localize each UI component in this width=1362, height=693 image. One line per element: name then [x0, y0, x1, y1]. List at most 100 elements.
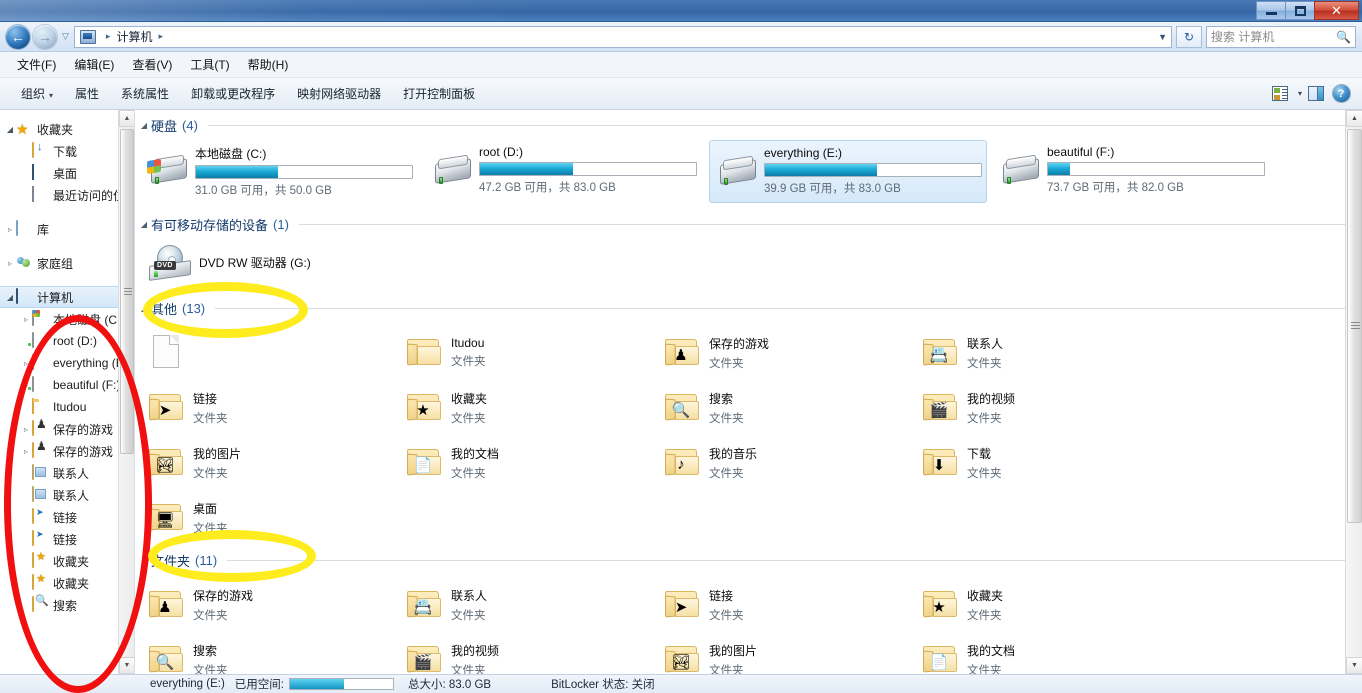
drive-item-0[interactable]: 本地磁盘 (C:) 31.0 GB 可用，共 50.0 GB	[141, 140, 419, 203]
refresh-button[interactable]: ↻	[1176, 25, 1202, 48]
preview-pane-button[interactable]	[1305, 83, 1327, 105]
file-tile-12[interactable]: 🖥 桌面 文件夹	[137, 490, 395, 545]
expander-icon[interactable]: ▹	[20, 447, 32, 456]
sidebar-item-11[interactable]: root (D:)	[0, 330, 134, 352]
views-dropdown-icon[interactable]: ▾	[1298, 89, 1302, 98]
file-tile-1[interactable]: 📇 联系人 文件夹	[395, 577, 653, 632]
sidebar-item-19[interactable]: 链接	[0, 506, 134, 528]
file-tile-4[interactable]: ➤ 链接 文件夹	[137, 380, 395, 435]
file-tile-11[interactable]: ⬇ 下载 文件夹	[911, 435, 1169, 490]
breadcrumb-separator-1[interactable]: ▸	[158, 31, 163, 42]
sidebar-item-0[interactable]: ◢ ★ 收藏夹	[0, 118, 134, 140]
toolbar-button-5[interactable]: 打开控制面板	[392, 81, 486, 106]
file-tile-7[interactable]: 🎬 我的视频 文件夹	[911, 380, 1169, 435]
file-tile-1[interactable]: Itudou 文件夹	[395, 325, 653, 380]
menu-item-0[interactable]: 文件(F)	[8, 53, 65, 76]
sidebar-scroll-up-button[interactable]: ▲	[119, 110, 134, 127]
main-scroll-thumb[interactable]	[1347, 129, 1362, 523]
menu-item-3[interactable]: 工具(T)	[181, 53, 238, 76]
menu-item-1[interactable]: 编辑(E)	[65, 53, 123, 76]
file-tile-2[interactable]: ♟ 保存的游戏 文件夹	[653, 325, 911, 380]
drive-info: beautiful (F:) 73.7 GB 可用，共 82.0 GB	[1047, 145, 1265, 195]
group-header-removable[interactable]: ◢ 有可移动存储的设备 (1)	[135, 213, 1362, 235]
expander-icon[interactable]: ◢	[4, 293, 16, 302]
search-input[interactable]: 搜索 计算机	[1211, 28, 1336, 45]
main-scroll-down-button[interactable]: ▼	[1346, 657, 1362, 674]
sidebar-item-21[interactable]: 收藏夹	[0, 550, 134, 572]
toolbar-button-3[interactable]: 卸载或更改程序	[180, 81, 286, 106]
file-tile-10[interactable]: ♪ 我的音乐 文件夹	[653, 435, 911, 490]
address-dropdown-icon[interactable]: ▼	[1158, 32, 1167, 42]
back-button[interactable]: ←	[6, 24, 30, 49]
main-scroll-up-button[interactable]: ▲	[1346, 110, 1362, 127]
file-tile-7[interactable]: 📄 我的文档 文件夹	[911, 632, 1169, 674]
sidebar-item-20[interactable]: 链接	[0, 528, 134, 550]
forward-button[interactable]: →	[33, 24, 57, 49]
change-view-button[interactable]	[1269, 83, 1291, 105]
menu-item-2[interactable]: 查看(V)	[123, 53, 181, 76]
sidebar-item-9[interactable]: ◢ 计算机	[0, 286, 134, 308]
group-collapse-icon[interactable]: ◢	[137, 556, 151, 565]
expander-icon[interactable]: ▹	[4, 259, 16, 268]
sidebar-scroll-thumb[interactable]	[120, 129, 134, 454]
group-collapse-icon[interactable]: ◢	[137, 121, 151, 130]
sidebar-item-18[interactable]: 联系人	[0, 484, 134, 506]
file-tile-0[interactable]	[137, 325, 395, 380]
sidebar-item-13[interactable]: ▹ beautiful (F:)	[0, 374, 134, 396]
address-bar[interactable]: ▸ 计算机 ▸ ▼	[73, 25, 1172, 48]
search-box[interactable]: 搜索 计算机 🔍	[1206, 25, 1356, 48]
removable-item-0[interactable]: DVD DVD RW 驱动器 (G:)	[141, 239, 319, 285]
file-tile-4[interactable]: 🔍 搜索 文件夹	[137, 632, 395, 674]
group-collapse-icon[interactable]: ◢	[137, 220, 151, 229]
close-button[interactable]: ✕	[1314, 1, 1359, 20]
file-tile-5[interactable]: ★ 收藏夹 文件夹	[395, 380, 653, 435]
sidebar-item-16[interactable]: ▹ 保存的游戏	[0, 440, 134, 462]
group-header-other[interactable]: ◢ 其他 (13)	[135, 297, 1362, 319]
sidebar-scroll-down-button[interactable]: ▼	[119, 657, 134, 674]
toolbar-button-0[interactable]: 组织 ▾	[10, 81, 64, 106]
drive-item-3[interactable]: beautiful (F:) 73.7 GB 可用，共 82.0 GB	[993, 140, 1271, 203]
sidebar-item-17[interactable]: 联系人	[0, 462, 134, 484]
main-scrollbar[interactable]: ▲ ▼	[1345, 110, 1362, 674]
sidebar-item-12[interactable]: ▹ everything (E:)	[0, 352, 134, 374]
file-tile-5[interactable]: 🎬 我的视频 文件夹	[395, 632, 653, 674]
group-header-hard-disks[interactable]: ◢ 硬盘 (4)	[135, 114, 1362, 136]
file-tile-3[interactable]: 📇 联系人 文件夹	[911, 325, 1169, 380]
breadcrumb-item-computer[interactable]: 计算机	[116, 28, 152, 45]
file-tile-2[interactable]: ➤ 链接 文件夹	[653, 577, 911, 632]
sidebar-item-10[interactable]: ▹ 本地磁盘 (C:)	[0, 308, 134, 330]
sidebar-item-15[interactable]: ▹ 保存的游戏	[0, 418, 134, 440]
toolbar-button-4[interactable]: 映射网络驱动器	[286, 81, 392, 106]
expander-icon[interactable]: ▹	[20, 425, 32, 434]
file-tile-9[interactable]: 📄 我的文档 文件夹	[395, 435, 653, 490]
drive-item-2[interactable]: everything (E:) 39.9 GB 可用，共 83.0 GB	[709, 140, 987, 203]
sidebar-scrollbar[interactable]: ▲ ▼	[118, 110, 134, 674]
breadcrumb-separator-0[interactable]: ▸	[106, 31, 111, 42]
file-tile-3[interactable]: ★ 收藏夹 文件夹	[911, 577, 1169, 632]
minimize-button[interactable]	[1256, 1, 1285, 20]
expander-icon[interactable]: ▹	[4, 225, 16, 234]
file-tile-0[interactable]: ♟ 保存的游戏 文件夹	[137, 577, 395, 632]
sidebar-item-5[interactable]: ▹ 库	[0, 218, 134, 240]
drive-item-1[interactable]: root (D:) 47.2 GB 可用，共 83.0 GB	[425, 140, 703, 203]
file-tile-6[interactable]: 🏞 我的图片 文件夹	[653, 632, 911, 674]
sidebar-item-14[interactable]: Itudou	[0, 396, 134, 418]
sidebar-item-3[interactable]: 最近访问的位置	[0, 184, 134, 206]
file-tile-6[interactable]: 🔍 搜索 文件夹	[653, 380, 911, 435]
sidebar-item-23[interactable]: 搜索	[0, 594, 134, 616]
history-dropdown-icon[interactable]: ▽	[62, 31, 69, 42]
sidebar-item-1[interactable]: 下载	[0, 140, 134, 162]
sidebar-item-2[interactable]: 桌面	[0, 162, 134, 184]
sidebar-item-22[interactable]: 收藏夹	[0, 572, 134, 594]
maximize-button[interactable]	[1285, 1, 1314, 20]
group-collapse-icon[interactable]: ◢	[137, 304, 151, 313]
help-button[interactable]: ?	[1330, 83, 1352, 105]
expander-icon[interactable]: ◢	[4, 125, 16, 134]
sidebar-item-7[interactable]: ▹ 家庭组	[0, 252, 134, 274]
menu-item-4[interactable]: 帮助(H)	[239, 53, 298, 76]
expander-icon[interactable]: ▹	[20, 315, 32, 324]
group-header-folders[interactable]: ◢ 文件夹 (11)	[135, 549, 1362, 571]
file-tile-8[interactable]: 🏞 我的图片 文件夹	[137, 435, 395, 490]
toolbar-button-1[interactable]: 属性	[64, 81, 110, 106]
toolbar-button-2[interactable]: 系统属性	[110, 81, 180, 106]
